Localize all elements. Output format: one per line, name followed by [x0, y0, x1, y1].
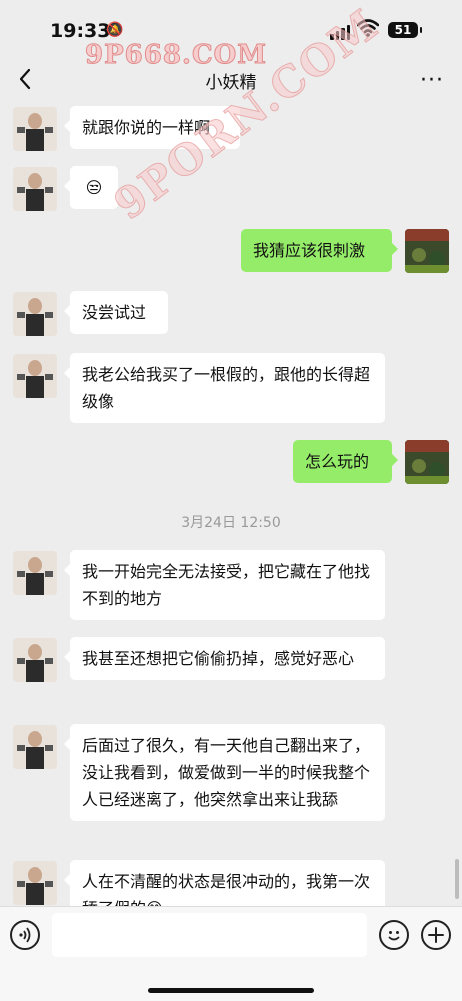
self-avatar[interactable]	[405, 440, 449, 484]
input-bar	[0, 906, 462, 1001]
message-timestamp: 3月24日 12:50	[181, 515, 281, 531]
status-time: 19:33	[50, 20, 111, 42]
home-indicator	[148, 988, 314, 993]
chat-title: 小妖精	[205, 73, 257, 93]
voice-icon[interactable]	[10, 920, 40, 950]
contact-avatar[interactable]	[13, 551, 57, 595]
contact-avatar[interactable]	[13, 167, 57, 211]
message-bubble-incoming[interactable]: 人在不清醒的状态是很冲动的，我第一次舔了假的😊	[64, 860, 385, 906]
message-input[interactable]	[52, 913, 367, 957]
battery-level: 51	[394, 23, 412, 37]
emoji-icon[interactable]	[379, 920, 409, 950]
message-bubble-incoming[interactable]: 我甚至还想把它偷偷扔掉，感觉好恶心	[64, 637, 385, 680]
self-avatar[interactable]	[405, 229, 449, 273]
message-bubble-incoming[interactable]: 我一开始完全无法接受，把它藏在了他找不到的地方	[64, 550, 385, 620]
plus-icon[interactable]	[421, 920, 451, 950]
message-bubble-incoming[interactable]: 我老公给我买了一根假的，跟他的长得超级像	[64, 353, 385, 423]
message-list[interactable]: 就跟你说的一样啊 😒 我猜应该很刺激 没尝试过 我老公给我买了一根假的，跟他的长…	[0, 104, 462, 906]
more-options-icon[interactable]: ···	[420, 68, 444, 93]
message-bubble-outgoing[interactable]: 我猜应该很刺激	[241, 229, 398, 272]
message-bubble-incoming[interactable]: 后面过了很久，有一天他自己翻出来了，没让我看到，做爱做到一半的时候我整个人已经迷…	[64, 724, 385, 821]
mute-bell-icon: 🔕	[106, 22, 124, 38]
contact-avatar[interactable]	[13, 107, 57, 151]
battery-icon: 51	[388, 22, 422, 38]
message-bubble-incoming[interactable]: 没尝试过	[64, 291, 168, 334]
message-bubble-outgoing[interactable]: 怎么玩的	[293, 440, 398, 483]
scrollbar[interactable]	[455, 859, 459, 899]
contact-avatar[interactable]	[13, 354, 57, 398]
contact-avatar[interactable]	[13, 638, 57, 682]
contact-avatar[interactable]	[13, 861, 57, 905]
contact-avatar[interactable]	[13, 725, 57, 769]
contact-avatar[interactable]	[13, 292, 57, 336]
